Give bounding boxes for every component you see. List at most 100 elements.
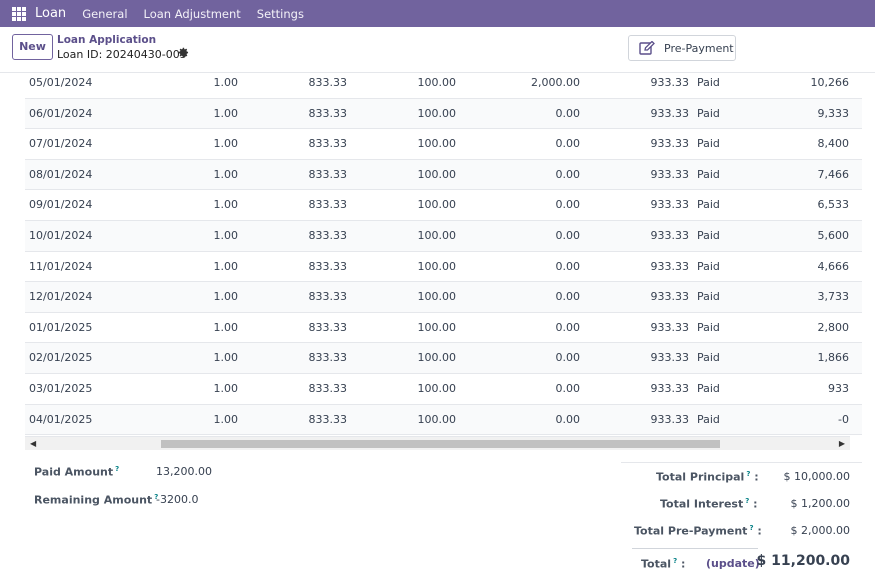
- interest-cell: 100.00: [417, 76, 457, 89]
- installment-cell: 933.33: [650, 351, 690, 365]
- installment-cell: 933.33: [650, 381, 690, 395]
- apps-grid-icon[interactable]: [12, 6, 26, 21]
- installment-cell: 933.33: [650, 106, 690, 120]
- principal-cell: 833.33: [308, 412, 348, 426]
- interest-cell: 100.00: [417, 381, 457, 395]
- principal-cell: 833.33: [308, 320, 348, 334]
- balance-cell: 9,333: [817, 106, 850, 120]
- gear-icon[interactable]: [178, 47, 189, 61]
- control-panel: New Loan Application Loan ID: 20240430-0…: [0, 27, 875, 73]
- quantity-cell: 1.00: [213, 198, 239, 212]
- scroll-left-icon[interactable]: ◀: [30, 437, 36, 451]
- scroll-right-icon[interactable]: ▶: [839, 437, 845, 451]
- record-title: Loan ID: 20240430-005: [57, 48, 187, 61]
- principal-cell: 833.33: [308, 259, 348, 273]
- principal-cell: 833.33: [308, 106, 348, 120]
- installment-cell: 933.33: [650, 412, 690, 426]
- date-cell: 04/01/2025: [29, 412, 93, 426]
- table-row[interactable]: 04/01/2025 1.00 833.33 100.00 0.00 933.33 Paid…: [25, 404, 862, 436]
- status-cell: Paid: [697, 320, 720, 334]
- grand-total-value: $ 11,200.00: [756, 553, 850, 569]
- status-cell: Paid: [697, 351, 720, 365]
- balance-cell: 7,466: [817, 167, 850, 181]
- balance-cell: 1,866: [817, 351, 850, 365]
- menu-settings[interactable]: Settings: [257, 7, 304, 21]
- quantity-cell: 1.00: [213, 259, 239, 273]
- pre-payment-button[interactable]: Pre-Payment: [628, 35, 736, 61]
- balance-cell: 10,266: [810, 76, 850, 89]
- principal-cell: 833.33: [308, 167, 348, 181]
- installment-cell: 933.33: [650, 167, 690, 181]
- help-icon[interactable]: ?: [746, 470, 750, 478]
- interest-cell: 100.00: [417, 412, 457, 426]
- app-brand[interactable]: Loan: [35, 6, 66, 21]
- balance-cell: -0: [838, 412, 849, 426]
- paid-amount-label: Paid Amount?: [34, 465, 120, 479]
- menu-loan-adjustment[interactable]: Loan Adjustment: [144, 7, 241, 21]
- quantity-cell: 1.00: [213, 76, 239, 89]
- interest-cell: 100.00: [417, 106, 457, 120]
- date-cell: 09/01/2024: [29, 198, 93, 212]
- remaining-amount-value: -3200.0: [156, 493, 199, 506]
- status-cell: Paid: [697, 76, 720, 89]
- interest-cell: 100.00: [417, 290, 457, 304]
- new-button[interactable]: New: [12, 34, 53, 60]
- installment-cell: 933.33: [650, 320, 690, 334]
- quantity-cell: 1.00: [213, 412, 239, 426]
- table-row[interactable]: 11/01/2024 1.00 833.33 100.00 0.00 933.33 Paid…: [25, 252, 862, 283]
- table-row[interactable]: 06/01/2024 1.00 833.33 100.00 0.00 933.33 Paid…: [25, 98, 862, 130]
- balance-cell: 933: [828, 381, 849, 395]
- table-row[interactable]: 05/01/2024 1.00 833.33 100.00 2,000.00 933.33…: [25, 68, 862, 99]
- quantity-cell: 1.00: [213, 106, 239, 120]
- prepayment-cell: 0.00: [555, 167, 581, 181]
- menu-general[interactable]: General: [82, 7, 127, 21]
- date-cell: 06/01/2024: [29, 106, 93, 120]
- update-link[interactable]: (update): [706, 557, 760, 570]
- date-cell: 11/01/2024: [29, 259, 93, 273]
- pre-payment-label: Pre-Payment: [664, 41, 734, 55]
- table-row[interactable]: 12/01/2024 1.00 833.33 100.00 0.00 933.33 Paid…: [25, 282, 862, 313]
- table-row[interactable]: 09/01/2024 1.00 833.33 100.00 0.00 933.33 Paid…: [25, 190, 862, 221]
- balance-cell: 3,733: [817, 290, 850, 304]
- installment-cell: 933.33: [650, 137, 690, 151]
- breadcrumb-loan-application[interactable]: Loan Application: [57, 34, 156, 46]
- prepayment-cell: 0.00: [555, 228, 581, 242]
- table-row[interactable]: 03/01/2025 1.00 833.33 100.00 0.00 933.33 Paid…: [25, 374, 862, 405]
- date-cell: 02/01/2025: [29, 351, 93, 365]
- prepayment-cell: 2,000.00: [531, 76, 580, 89]
- total-interest-value: $ 1,200.00: [790, 497, 850, 510]
- grand-total-divider: [632, 548, 758, 549]
- table-row[interactable]: 07/01/2024 1.00 833.33 100.00 0.00 933.33 Paid…: [25, 129, 862, 160]
- table-row[interactable]: 01/01/2025 1.00 833.33 100.00 0.00 933.33 Paid…: [25, 313, 862, 344]
- scrollbar-thumb[interactable]: [161, 440, 720, 448]
- horizontal-scrollbar[interactable]: ◀ ▶: [25, 436, 850, 450]
- total-prepayment-label: Total Pre-Payment? :: [634, 524, 762, 538]
- quantity-cell: 1.00: [213, 320, 239, 334]
- help-icon[interactable]: ?: [745, 497, 749, 505]
- interest-cell: 100.00: [417, 167, 457, 181]
- quantity-cell: 1.00: [213, 228, 239, 242]
- table-row[interactable]: 02/01/2025 1.00 833.33 100.00 0.00 933.33 Paid…: [25, 343, 862, 374]
- prepayment-cell: 0.00: [555, 137, 581, 151]
- quantity-cell: 1.00: [213, 290, 239, 304]
- help-icon[interactable]: ?: [749, 524, 753, 532]
- principal-cell: 833.33: [308, 351, 348, 365]
- installment-cell: 933.33: [650, 259, 690, 273]
- principal-cell: 833.33: [308, 137, 348, 151]
- balance-cell: 2,800: [817, 320, 850, 334]
- help-icon[interactable]: ?: [115, 465, 119, 473]
- table-row[interactable]: 08/01/2024 1.00 833.33 100.00 0.00 933.33 Paid…: [25, 159, 862, 191]
- installment-cell: 933.33: [650, 290, 690, 304]
- table-row[interactable]: 10/01/2024 1.00 833.33 100.00 0.00 933.33 Paid…: [25, 220, 862, 252]
- quantity-cell: 1.00: [213, 137, 239, 151]
- date-cell: 01/01/2025: [29, 320, 93, 334]
- total-label: Total? :: [641, 557, 686, 571]
- interest-cell: 100.00: [417, 320, 457, 334]
- prepayment-cell: 0.00: [555, 259, 581, 273]
- balance-cell: 5,600: [817, 228, 850, 242]
- help-icon[interactable]: ?: [673, 557, 677, 565]
- installment-table: 05/01/2024 1.00 833.33 100.00 2,000.00 933.33…: [25, 68, 862, 436]
- total-principal-label: Total Principal? :: [656, 470, 759, 484]
- top-navbar: Loan General Loan Adjustment Settings: [0, 0, 875, 27]
- principal-cell: 833.33: [308, 290, 348, 304]
